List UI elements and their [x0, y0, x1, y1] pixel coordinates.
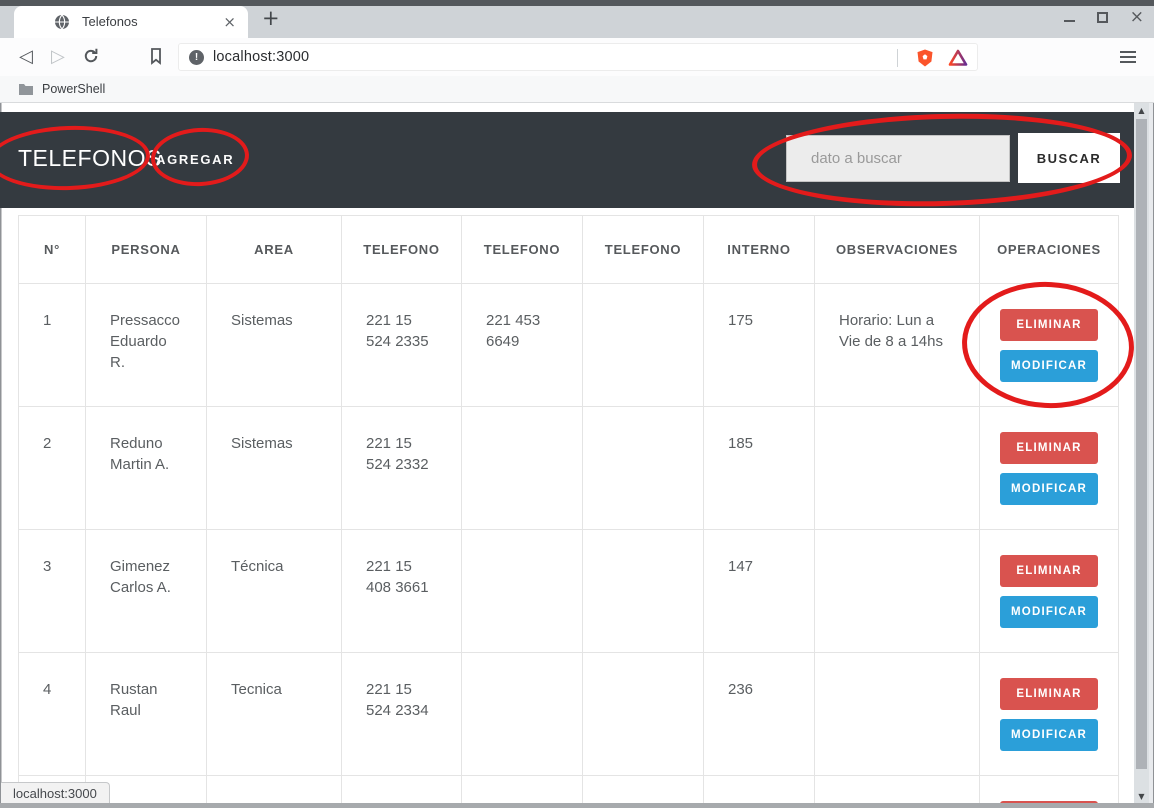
tab-title: Telefonos — [82, 14, 138, 29]
table-row: 4 Rustan Raul Tecnica 221 15 524 2334 23… — [19, 653, 1119, 776]
cell-operaciones: ELIMINAR MODIFICAR — [980, 653, 1119, 776]
url-text[interactable]: localhost:3000 — [213, 49, 309, 65]
eliminar-button[interactable]: ELIMINAR — [1000, 432, 1098, 464]
bookmarks-bar: PowerShell — [0, 76, 1154, 103]
cell-numero: 4 — [19, 653, 86, 776]
bookmark-ribbon-icon[interactable] — [148, 47, 164, 70]
cell-area: Sistemas — [207, 284, 342, 407]
cell-observaciones: Horario: Lun a Vie de 8 a 14hs — [815, 284, 980, 407]
cell-numero: 3 — [19, 530, 86, 653]
cell-interno: 175 — [704, 284, 815, 407]
eliminar-button[interactable]: ELIMINAR — [1000, 555, 1098, 587]
window-minimize-button[interactable] — [1064, 20, 1075, 22]
cell-numero: 2 — [19, 407, 86, 530]
cell-telefono-3 — [583, 653, 704, 776]
forward-button: ▷ — [51, 46, 65, 68]
cell-area: Sistemas — [207, 407, 342, 530]
header-operaciones: OPERACIONES — [980, 216, 1119, 284]
modificar-button[interactable]: MODIFICAR — [1000, 719, 1098, 751]
new-tab-button[interactable]: + — [262, 6, 280, 30]
cell-interno: 185 — [704, 407, 815, 530]
eliminar-button[interactable]: ELIMINAR — [1000, 678, 1098, 710]
cell-telefono-3 — [583, 530, 704, 653]
cell-area: Técnica — [207, 530, 342, 653]
cell-interno: 147 — [704, 530, 815, 653]
header-telefono-3: TELEFONO — [583, 216, 704, 284]
site-info-icon[interactable]: ! — [189, 50, 204, 65]
header-telefono-2: TELEFONO — [462, 216, 583, 284]
table-row: 2 Reduno Martin A. Sistemas 221 15 524 2… — [19, 407, 1119, 530]
cell-persona: Rustan Raul — [86, 653, 207, 776]
cell-persona: Pressacco Eduardo R. — [86, 284, 207, 407]
header-persona: PERSONA — [86, 216, 207, 284]
cell-numero: 1 — [19, 284, 86, 407]
menu-hamburger-icon[interactable] — [1120, 51, 1136, 66]
window-close-button[interactable]: × — [1130, 10, 1144, 24]
cell-telefono-2 — [462, 407, 583, 530]
cell-telefono-1: 221 15 524 2332 — [342, 407, 462, 530]
tab-strip: Telefonos × + × — [0, 0, 1154, 38]
tab-close-icon[interactable]: × — [223, 13, 236, 31]
scroll-up-icon[interactable]: ▲ — [1134, 106, 1149, 115]
cell-telefono-2: 221 453 6649 — [462, 284, 583, 407]
back-button[interactable]: ◁ — [19, 46, 33, 68]
reload-button[interactable] — [82, 47, 100, 70]
scroll-down-icon[interactable]: ▼ — [1134, 792, 1149, 801]
cell-telefono-3 — [583, 407, 704, 530]
folder-icon — [18, 82, 34, 101]
table-row: 3 Gimenez Carlos A. Técnica 221 15 408 3… — [19, 530, 1119, 653]
header-telefono-1: TELEFONO — [342, 216, 462, 284]
cell-observaciones — [815, 653, 980, 776]
status-bubble: localhost:3000 — [1, 782, 110, 804]
telefonos-table: N° PERSONA AREA TELEFONO TELEFONO TELEFO… — [18, 215, 1119, 808]
browser-toolbar: ◁ ▷ ! localhost:3000 — [0, 38, 1154, 76]
brave-rewards-triangle-icon[interactable] — [947, 48, 969, 73]
header-interno: INTERNO — [704, 216, 815, 284]
cell-area: Tecnica — [207, 653, 342, 776]
cell-telefono-2 — [462, 653, 583, 776]
window-maximize-button[interactable] — [1097, 12, 1108, 23]
brave-shield-icon[interactable] — [915, 48, 935, 73]
window-right-edge — [1149, 103, 1154, 804]
browser-tab[interactable]: Telefonos × — [14, 6, 248, 38]
cell-observaciones — [815, 530, 980, 653]
cell-operaciones: ELIMINAR MODIFICAR — [980, 407, 1119, 530]
cell-persona: Reduno Martin A. — [86, 407, 207, 530]
cell-operaciones: ELIMINAR MODIFICAR — [980, 530, 1119, 653]
header-area: AREA — [207, 216, 342, 284]
header-numero: N° — [19, 216, 86, 284]
cell-telefono-1: 221 15 408 3661 — [342, 530, 462, 653]
modificar-button[interactable]: MODIFICAR — [1000, 473, 1098, 505]
header-row: N° PERSONA AREA TELEFONO TELEFONO TELEFO… — [19, 216, 1119, 284]
addressbar-divider — [897, 49, 898, 67]
address-bar[interactable]: ! localhost:3000 — [178, 43, 978, 71]
page-scrollbar[interactable]: ▲ ▼ — [1134, 103, 1149, 804]
cell-observaciones — [815, 407, 980, 530]
cell-telefono-1: 221 15 524 2335 — [342, 284, 462, 407]
table-row: 1 Pressacco Eduardo R. Sistemas 221 15 5… — [19, 284, 1119, 407]
cell-persona: Gimenez Carlos A. — [86, 530, 207, 653]
browser-window: Telefonos × + × ◁ ▷ ! localhost:3000 — [0, 0, 1154, 808]
bookmark-item-powershell[interactable]: PowerShell — [42, 82, 105, 96]
cell-telefono-3 — [583, 284, 704, 407]
cell-interno: 236 — [704, 653, 815, 776]
header-observaciones: OBSERVACIONES — [815, 216, 980, 284]
modificar-button[interactable]: MODIFICAR — [1000, 596, 1098, 628]
cell-telefono-1: 221 15 524 2334 — [342, 653, 462, 776]
globe-favicon-icon — [54, 14, 70, 30]
cell-telefono-2 — [462, 530, 583, 653]
window-bottom-edge — [0, 803, 1154, 808]
scrollbar-thumb[interactable] — [1136, 119, 1147, 769]
